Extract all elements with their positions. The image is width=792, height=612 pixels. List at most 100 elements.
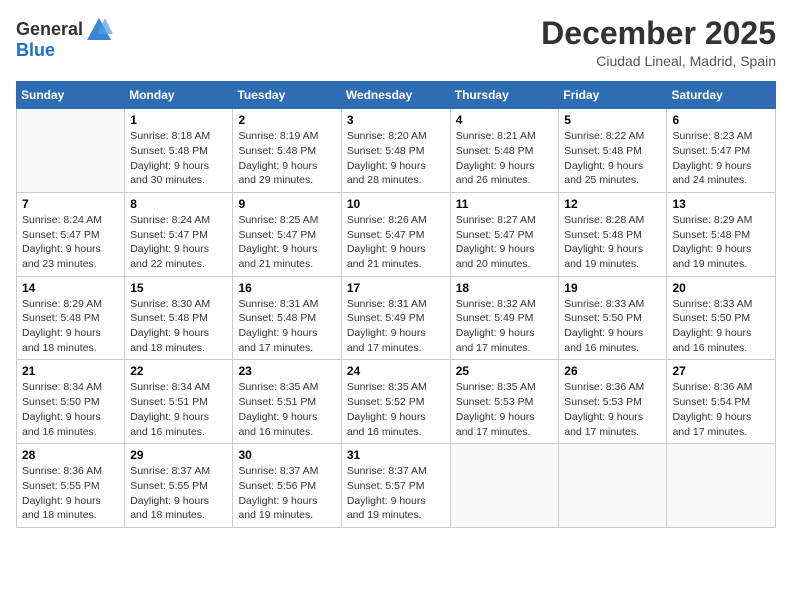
day-info: Sunrise: 8:23 AM Sunset: 5:47 PM Dayligh… — [672, 129, 770, 188]
col-friday: Friday — [559, 82, 667, 109]
calendar-cell: 22 Sunrise: 8:34 AM Sunset: 5:51 PM Dayli… — [125, 360, 233, 444]
day-info: Sunrise: 8:36 AM Sunset: 5:53 PM Dayligh… — [564, 380, 661, 439]
calendar-week-5: 28 Sunrise: 8:36 AM Sunset: 5:55 PM Dayli… — [17, 444, 776, 528]
page-container: General Blue December 2025 Ciudad Lineal… — [0, 0, 792, 536]
day-number: 25 — [456, 364, 554, 378]
col-monday: Monday — [125, 82, 233, 109]
day-number: 15 — [130, 281, 227, 295]
day-number: 30 — [238, 448, 335, 462]
calendar-week-2: 7 Sunrise: 8:24 AM Sunset: 5:47 PM Daylig… — [17, 192, 776, 276]
calendar-cell: 28 Sunrise: 8:36 AM Sunset: 5:55 PM Dayli… — [17, 444, 125, 528]
day-info: Sunrise: 8:22 AM Sunset: 5:48 PM Dayligh… — [564, 129, 661, 188]
day-info: Sunrise: 8:36 AM Sunset: 5:54 PM Dayligh… — [672, 380, 770, 439]
calendar-cell: 2 Sunrise: 8:19 AM Sunset: 5:48 PM Daylig… — [233, 109, 341, 193]
day-number: 11 — [456, 197, 554, 211]
calendar-cell: 8Sunrise: 8:24 AM Sunset: 5:47 PM Daylig… — [125, 192, 233, 276]
day-info: Sunrise: 8:37 AM Sunset: 5:56 PM Dayligh… — [238, 464, 335, 523]
day-number: 26 — [564, 364, 661, 378]
day-info: Sunrise: 8:28 AM Sunset: 5:48 PM Dayligh… — [564, 213, 661, 272]
title-block: December 2025 Ciudad Lineal, Madrid, Spa… — [541, 16, 776, 69]
day-info: Sunrise: 8:31 AM Sunset: 5:49 PM Dayligh… — [347, 297, 445, 356]
day-number: 16 — [238, 281, 335, 295]
day-info: Sunrise: 8:25 AM Sunset: 5:47 PM Dayligh… — [238, 213, 335, 272]
day-info: Sunrise: 8:37 AM Sunset: 5:55 PM Dayligh… — [130, 464, 227, 523]
day-info: Sunrise: 8:29 AM Sunset: 5:48 PM Dayligh… — [22, 297, 119, 356]
header: General Blue December 2025 Ciudad Lineal… — [16, 16, 776, 69]
calendar-cell — [450, 444, 559, 528]
col-saturday: Saturday — [667, 82, 776, 109]
day-info: Sunrise: 8:36 AM Sunset: 5:55 PM Dayligh… — [22, 464, 119, 523]
calendar-cell: 30 Sunrise: 8:37 AM Sunset: 5:56 PM Dayli… — [233, 444, 341, 528]
day-number: 24 — [347, 364, 445, 378]
calendar-cell: 5Sunrise: 8:22 AM Sunset: 5:48 PM Daylig… — [559, 109, 667, 193]
day-number: 13 — [672, 197, 770, 211]
col-tuesday: Tuesday — [233, 82, 341, 109]
calendar-table: Sunday Monday Tuesday Wednesday Thursday… — [16, 81, 776, 528]
calendar-cell: 11 Sunrise: 8:27 AM Sunset: 5:47 PM Dayli… — [450, 192, 559, 276]
calendar-cell: 25Sunrise: 8:35 AM Sunset: 5:53 PM Dayli… — [450, 360, 559, 444]
day-info: Sunrise: 8:34 AM Sunset: 5:50 PM Dayligh… — [22, 380, 119, 439]
day-info: Sunrise: 8:27 AM Sunset: 5:47 PM Dayligh… — [456, 213, 554, 272]
logo-general: General — [16, 19, 83, 41]
calendar-cell — [667, 444, 776, 528]
calendar-cell: 9Sunrise: 8:25 AM Sunset: 5:47 PM Daylig… — [233, 192, 341, 276]
day-number: 12 — [564, 197, 661, 211]
day-number: 17 — [347, 281, 445, 295]
calendar-cell: 3 Sunrise: 8:20 AM Sunset: 5:48 PM Daylig… — [341, 109, 450, 193]
day-number: 6 — [672, 113, 770, 127]
day-number: 18 — [456, 281, 554, 295]
calendar-cell: 23 Sunrise: 8:35 AM Sunset: 5:51 PM Dayli… — [233, 360, 341, 444]
calendar-header-row: Sunday Monday Tuesday Wednesday Thursday… — [17, 82, 776, 109]
calendar-week-3: 14Sunrise: 8:29 AM Sunset: 5:48 PM Dayli… — [17, 276, 776, 360]
day-number: 3 — [347, 113, 445, 127]
day-info: Sunrise: 8:29 AM Sunset: 5:48 PM Dayligh… — [672, 213, 770, 272]
calendar-cell: 24Sunrise: 8:35 AM Sunset: 5:52 PM Dayli… — [341, 360, 450, 444]
col-thursday: Thursday — [450, 82, 559, 109]
calendar-week-1: 1 Sunrise: 8:18 AM Sunset: 5:48 PM Daylig… — [17, 109, 776, 193]
day-number: 31 — [347, 448, 445, 462]
day-info: Sunrise: 8:21 AM Sunset: 5:48 PM Dayligh… — [456, 129, 554, 188]
day-info: Sunrise: 8:26 AM Sunset: 5:47 PM Dayligh… — [347, 213, 445, 272]
day-number: 29 — [130, 448, 227, 462]
day-info: Sunrise: 8:34 AM Sunset: 5:51 PM Dayligh… — [130, 380, 227, 439]
day-number: 20 — [672, 281, 770, 295]
day-number: 2 — [238, 113, 335, 127]
calendar-cell: 27 Sunrise: 8:36 AM Sunset: 5:54 PM Dayli… — [667, 360, 776, 444]
calendar-cell: 7 Sunrise: 8:24 AM Sunset: 5:47 PM Daylig… — [17, 192, 125, 276]
day-number: 21 — [22, 364, 119, 378]
day-number: 10 — [347, 197, 445, 211]
calendar-cell: 10 Sunrise: 8:26 AM Sunset: 5:47 PM Dayli… — [341, 192, 450, 276]
day-info: Sunrise: 8:33 AM Sunset: 5:50 PM Dayligh… — [564, 297, 661, 356]
calendar-cell: 4Sunrise: 8:21 AM Sunset: 5:48 PM Daylig… — [450, 109, 559, 193]
day-info: Sunrise: 8:24 AM Sunset: 5:47 PM Dayligh… — [22, 213, 119, 272]
day-info: Sunrise: 8:19 AM Sunset: 5:48 PM Dayligh… — [238, 129, 335, 188]
calendar-cell: 31Sunrise: 8:37 AM Sunset: 5:57 PM Dayli… — [341, 444, 450, 528]
day-info: Sunrise: 8:18 AM Sunset: 5:48 PM Dayligh… — [130, 129, 227, 188]
location: Ciudad Lineal, Madrid, Spain — [541, 53, 776, 69]
calendar-cell: 17 Sunrise: 8:31 AM Sunset: 5:49 PM Dayli… — [341, 276, 450, 360]
calendar-cell: 1 Sunrise: 8:18 AM Sunset: 5:48 PM Daylig… — [125, 109, 233, 193]
calendar-cell: 20Sunrise: 8:33 AM Sunset: 5:50 PM Dayli… — [667, 276, 776, 360]
calendar-cell: 12 Sunrise: 8:28 AM Sunset: 5:48 PM Dayli… — [559, 192, 667, 276]
calendar-cell — [17, 109, 125, 193]
day-number: 27 — [672, 364, 770, 378]
calendar-week-4: 21 Sunrise: 8:34 AM Sunset: 5:50 PM Dayli… — [17, 360, 776, 444]
day-number: 28 — [22, 448, 119, 462]
day-info: Sunrise: 8:35 AM Sunset: 5:51 PM Dayligh… — [238, 380, 335, 439]
day-number: 8 — [130, 197, 227, 211]
calendar-cell: 21 Sunrise: 8:34 AM Sunset: 5:50 PM Dayli… — [17, 360, 125, 444]
day-number: 7 — [22, 197, 119, 211]
calendar-cell: 13 Sunrise: 8:29 AM Sunset: 5:48 PM Dayli… — [667, 192, 776, 276]
day-info: Sunrise: 8:30 AM Sunset: 5:48 PM Dayligh… — [130, 297, 227, 356]
day-info: Sunrise: 8:31 AM Sunset: 5:48 PM Dayligh… — [238, 297, 335, 356]
logo-icon — [85, 16, 113, 44]
day-info: Sunrise: 8:32 AM Sunset: 5:49 PM Dayligh… — [456, 297, 554, 356]
logo-blue: Blue — [16, 40, 55, 60]
logo: General Blue — [16, 16, 113, 62]
day-info: Sunrise: 8:20 AM Sunset: 5:48 PM Dayligh… — [347, 129, 445, 188]
calendar-cell: 6 Sunrise: 8:23 AM Sunset: 5:47 PM Daylig… — [667, 109, 776, 193]
day-number: 23 — [238, 364, 335, 378]
day-number: 1 — [130, 113, 227, 127]
calendar-cell: 15 Sunrise: 8:30 AM Sunset: 5:48 PM Dayli… — [125, 276, 233, 360]
day-number: 22 — [130, 364, 227, 378]
